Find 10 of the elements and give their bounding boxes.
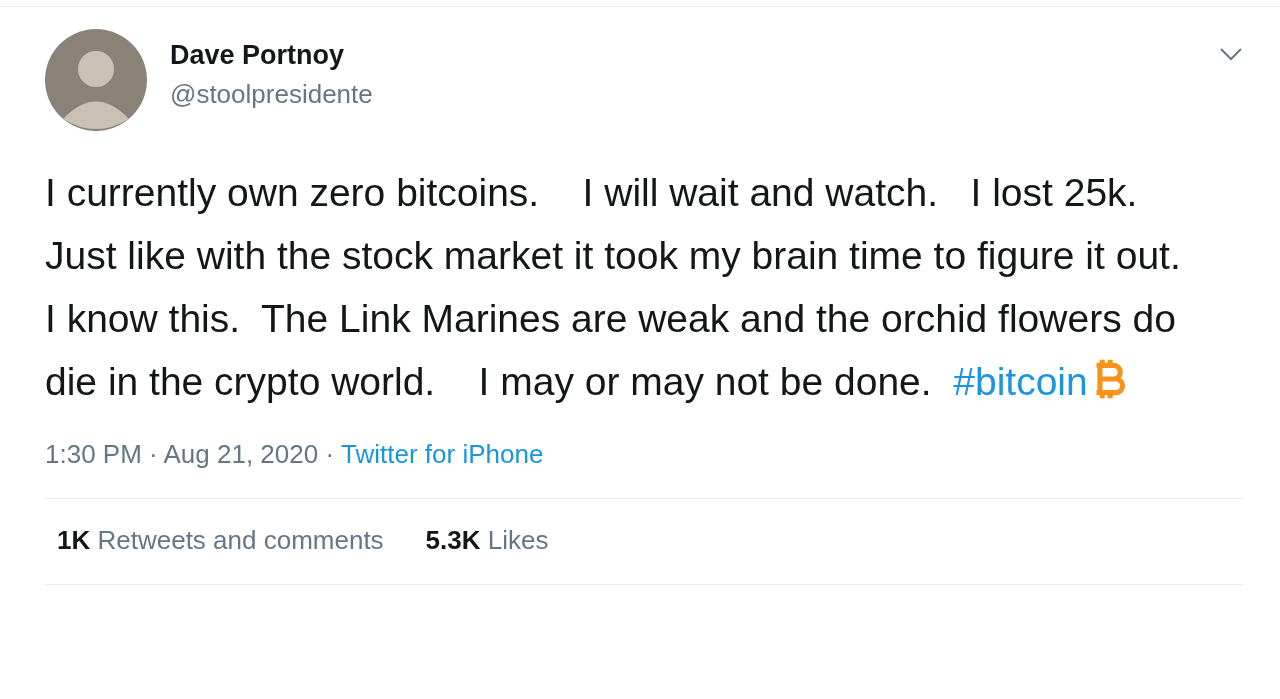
- chevron-down-icon[interactable]: [1219, 47, 1243, 61]
- tweet-text: I currently own zero bitcoins. I will wait and watch. I lost 25k. Just like with the stock market it took my brain time to figure it out. I know this. The Link Marines are weak and the orchid flowers do die in the crypto world. I may or may not be done. #bitcoin: [45, 170, 1182, 405]
- tweet-timestamp[interactable]: 1:30 PM · Aug 21, 2020 ·: [45, 439, 335, 470]
- source-link[interactable]: Twitter for iPhone: [341, 439, 544, 470]
- hashtag-link[interactable]: #bitcoin: [953, 360, 1088, 403]
- stat-link[interactable]: 5.3K Likes: [425, 525, 549, 556]
- avatar-icon[interactable]: [45, 29, 147, 131]
- author-name[interactable]: Dave Portnoy: [170, 40, 1196, 71]
- stat-link[interactable]: 1K Retweets and comments: [57, 525, 384, 556]
- author-handle[interactable]: @stoolpresidente: [170, 79, 1196, 110]
